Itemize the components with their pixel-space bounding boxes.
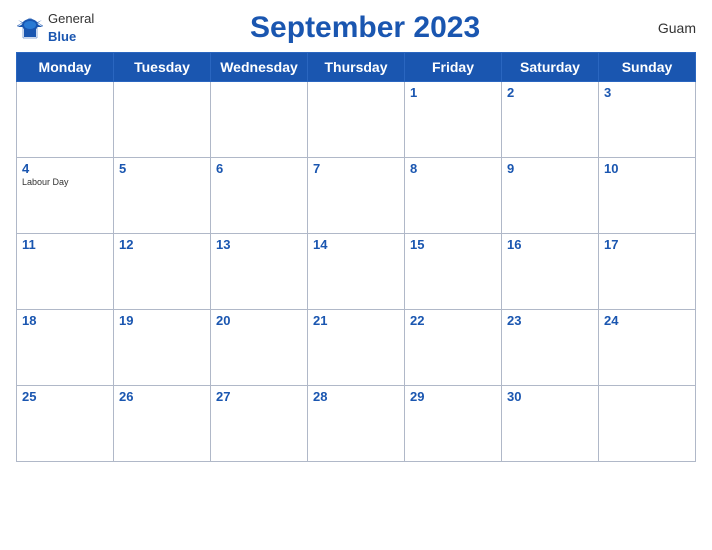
calendar-header-sunday: Sunday xyxy=(599,53,696,82)
logo: General Blue xyxy=(16,10,94,46)
calendar-cell: 26 xyxy=(114,386,211,462)
calendar-header-tuesday: Tuesday xyxy=(114,53,211,82)
logo-blue-span: Blue xyxy=(48,29,76,44)
day-number: 9 xyxy=(507,161,593,176)
calendar-header-friday: Friday xyxy=(405,53,502,82)
day-number: 7 xyxy=(313,161,399,176)
logo-blue-text: Blue xyxy=(48,28,94,46)
day-number: 4 xyxy=(22,161,108,176)
calendar-cell: 20 xyxy=(211,310,308,386)
calendar-cell: 21 xyxy=(308,310,405,386)
calendar-cell: 5 xyxy=(114,158,211,234)
calendar-week-5: 25 26 27 28 29 30 xyxy=(17,386,696,462)
calendar-cell: 22 xyxy=(405,310,502,386)
day-number: 28 xyxy=(313,389,399,404)
day-number: 10 xyxy=(604,161,690,176)
logo-bird-icon xyxy=(16,17,44,39)
calendar-cell: 27 xyxy=(211,386,308,462)
calendar-week-2: 4Labour Day 56789 10 xyxy=(17,158,696,234)
calendar-cell xyxy=(308,82,405,158)
day-number: 5 xyxy=(119,161,205,176)
day-number: 2 xyxy=(507,85,593,100)
calendar-cell: 17 xyxy=(599,234,696,310)
day-number: 3 xyxy=(604,85,690,100)
calendar-cell: 2 xyxy=(502,82,599,158)
calendar-cell: 3 xyxy=(599,82,696,158)
calendar-cell: 29 xyxy=(405,386,502,462)
calendar-cell: 18 xyxy=(17,310,114,386)
country-label: Guam xyxy=(636,20,696,36)
calendar-cell xyxy=(211,82,308,158)
calendar-cell: 8 xyxy=(405,158,502,234)
calendar-cell xyxy=(114,82,211,158)
calendar-week-4: 18 19 20 21 22 23 24 xyxy=(17,310,696,386)
calendar-cell xyxy=(599,386,696,462)
day-number: 12 xyxy=(119,237,205,252)
calendar-header-wednesday: Wednesday xyxy=(211,53,308,82)
month-title: September 2023 xyxy=(94,11,636,45)
calendar-cell: 16 xyxy=(502,234,599,310)
day-number: 15 xyxy=(410,237,496,252)
day-number: 25 xyxy=(22,389,108,404)
calendar-header-monday: Monday xyxy=(17,53,114,82)
calendar-header-row: MondayTuesdayWednesdayThursdayFridaySatu… xyxy=(17,53,696,82)
calendar-week-1: 123 xyxy=(17,82,696,158)
day-number: 19 xyxy=(119,313,205,328)
day-number: 29 xyxy=(410,389,496,404)
day-number: 22 xyxy=(410,313,496,328)
logo-general-text: General xyxy=(48,10,94,28)
day-number: 16 xyxy=(507,237,593,252)
day-number: 18 xyxy=(22,313,108,328)
day-number: 11 xyxy=(22,237,108,252)
day-number: 21 xyxy=(313,313,399,328)
calendar-cell: 28 xyxy=(308,386,405,462)
calendar-table: MondayTuesdayWednesdayThursdayFridaySatu… xyxy=(16,52,696,462)
calendar-cell: 11 xyxy=(17,234,114,310)
calendar-cell: 7 xyxy=(308,158,405,234)
calendar-cell: 23 xyxy=(502,310,599,386)
calendar-cell: 1 xyxy=(405,82,502,158)
calendar-cell xyxy=(17,82,114,158)
calendar-cell: 6 xyxy=(211,158,308,234)
calendar-cell: 15 xyxy=(405,234,502,310)
calendar-cell: 14 xyxy=(308,234,405,310)
day-number: 27 xyxy=(216,389,302,404)
calendar-cell: 25 xyxy=(17,386,114,462)
day-number: 30 xyxy=(507,389,593,404)
day-number: 20 xyxy=(216,313,302,328)
calendar-header-saturday: Saturday xyxy=(502,53,599,82)
day-number: 13 xyxy=(216,237,302,252)
day-number: 14 xyxy=(313,237,399,252)
top-bar: General Blue September 2023 Guam xyxy=(16,10,696,46)
calendar-cell: 9 xyxy=(502,158,599,234)
day-number: 17 xyxy=(604,237,690,252)
calendar-cell: 30 xyxy=(502,386,599,462)
day-number: 1 xyxy=(410,85,496,100)
calendar-cell: 24 xyxy=(599,310,696,386)
day-number: 24 xyxy=(604,313,690,328)
day-number: 8 xyxy=(410,161,496,176)
calendar-cell: 19 xyxy=(114,310,211,386)
calendar-header-thursday: Thursday xyxy=(308,53,405,82)
calendar-week-3: 11 12 13 14 15 16 17 xyxy=(17,234,696,310)
logo-general-span: General xyxy=(48,11,94,26)
calendar-cell: 4Labour Day xyxy=(17,158,114,234)
holiday-label: Labour Day xyxy=(22,177,108,187)
day-number: 26 xyxy=(119,389,205,404)
calendar-cell: 13 xyxy=(211,234,308,310)
calendar-cell: 10 xyxy=(599,158,696,234)
calendar-cell: 12 xyxy=(114,234,211,310)
day-number: 6 xyxy=(216,161,302,176)
day-number: 23 xyxy=(507,313,593,328)
